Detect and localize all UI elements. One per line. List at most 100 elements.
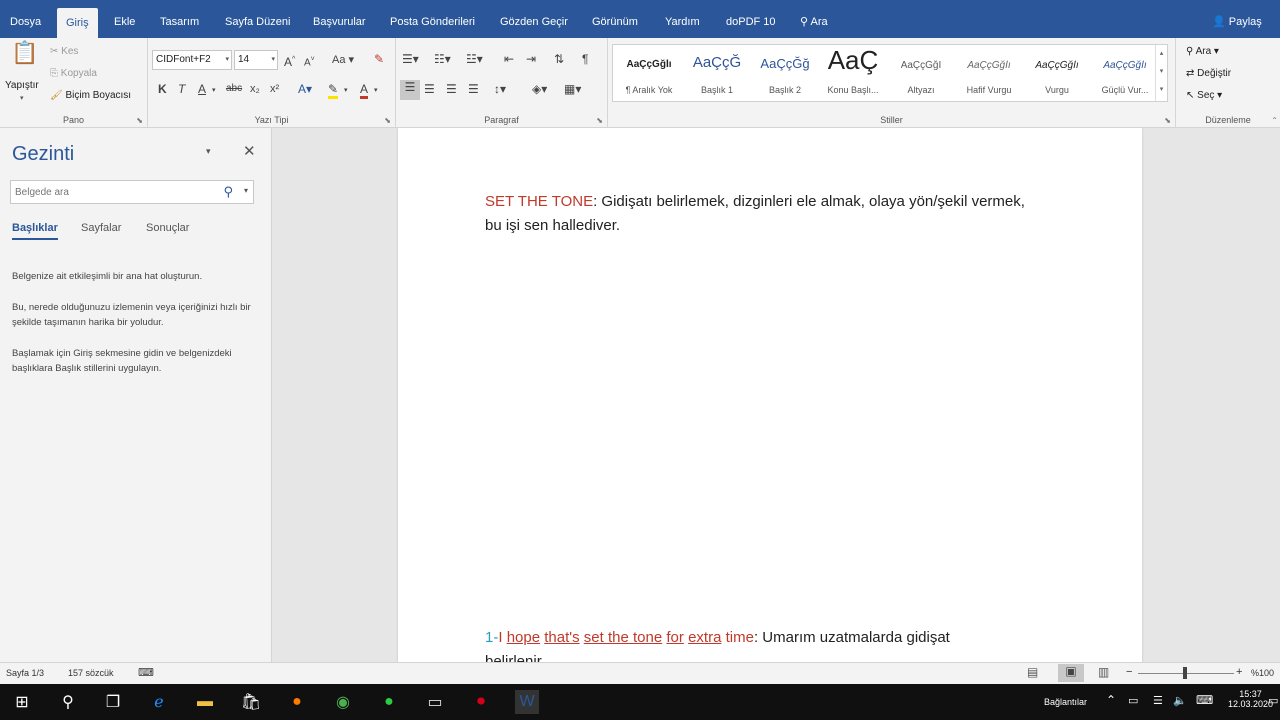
decrease-indent-icon[interactable]: ⇤	[504, 52, 514, 66]
subscript-icon[interactable]: x₂	[250, 82, 260, 96]
clear-formatting-icon[interactable]: ✎	[374, 52, 384, 66]
task-view-icon[interactable]: ❐	[101, 690, 125, 714]
highlight-icon[interactable]: ✎	[328, 82, 339, 99]
select-button[interactable]: ↖ Seç ▾	[1186, 90, 1222, 101]
justify-icon[interactable]: ☰	[468, 82, 479, 96]
firefox-icon[interactable]: ●	[285, 690, 309, 714]
style-title[interactable]: AaÇ Konu Başlı...	[819, 45, 887, 101]
clock[interactable]: 15:37 12.03.2020	[1228, 689, 1273, 709]
style-emphasis[interactable]: AaÇçĞğİı Vurgu	[1023, 45, 1091, 101]
search-icon[interactable]: ⚲	[223, 184, 233, 200]
borders-icon[interactable]: ▦▾	[564, 82, 581, 96]
chevron-down-icon: ▾	[271, 56, 275, 63]
nav-help-text-2: Bu, nerede olduğunuzu izlemenin veya içe…	[12, 302, 251, 328]
nav-search-input[interactable]	[11, 181, 211, 203]
nav-tab-pages[interactable]: Sayfalar	[81, 222, 121, 234]
zoom-slider-thumb[interactable]	[1183, 667, 1187, 679]
record-icon[interactable]: ⏺	[469, 690, 493, 714]
wifi-icon[interactable]: ☰	[1153, 694, 1163, 707]
dialog-launcher-icon[interactable]: ⬊	[136, 116, 143, 125]
align-right-icon[interactable]: ☰	[446, 82, 457, 96]
text-effects-icon[interactable]: A▾	[298, 82, 312, 96]
sort-icon[interactable]: ⇅	[554, 52, 564, 66]
increase-indent-icon[interactable]: ⇥	[526, 52, 536, 66]
format-painter-button[interactable]: 🖌 Biçim Boyacısı	[50, 90, 131, 101]
style-heading-2[interactable]: AaÇçĞğ Başlık 2	[751, 45, 819, 101]
pilcrow-icon[interactable]: ¶	[582, 52, 588, 66]
zoom-level[interactable]: %100	[1251, 668, 1274, 678]
style-subtle-emphasis[interactable]: AaÇçĞğİı Hafif Vurgu	[955, 45, 1023, 101]
style-subtitle[interactable]: AaÇçĞğİ Altyazı	[887, 45, 955, 101]
dialog-launcher-icon[interactable]: ⬊	[384, 116, 391, 125]
bold-button[interactable]: K	[158, 82, 167, 96]
app-icon[interactable]: ●	[377, 690, 401, 714]
shrink-font-icon[interactable]: A˅	[304, 53, 315, 70]
line-spacing-icon[interactable]: ↕▾	[494, 82, 506, 96]
style-heading-1[interactable]: AaÇçĞ Başlık 1	[683, 45, 751, 101]
close-icon[interactable]: ✕	[243, 142, 256, 160]
word-count[interactable]: 157 sözcük	[68, 668, 114, 678]
style-no-spacing[interactable]: AaÇçĞğİı ¶ Aralık Yok	[615, 45, 683, 101]
italic-button[interactable]: T	[178, 82, 185, 96]
font-size-combo[interactable]: 14 ▾	[234, 50, 278, 70]
app-icon[interactable]: ▭	[423, 690, 447, 714]
chevron-down-icon[interactable]: ▾	[374, 84, 378, 98]
print-layout-icon[interactable]: ▣	[1058, 664, 1084, 682]
grow-font-icon[interactable]: A^	[284, 53, 295, 69]
bullets-icon[interactable]: ☰▾	[402, 52, 419, 66]
strikethrough-icon[interactable]: abc	[226, 82, 242, 96]
document-page[interactable]: SET THE TONE: Gidişatı belirlemek, dizgi…	[398, 128, 1142, 662]
clipboard-group-label: Pano	[62, 115, 85, 125]
gallery-scroll[interactable]: ▴ ▾ ▾	[1155, 45, 1167, 101]
underline-button[interactable]: A	[198, 82, 206, 96]
file-explorer-icon[interactable]: ▬	[193, 690, 217, 714]
network-icon[interactable]: ▭	[1128, 694, 1138, 707]
shading-icon[interactable]: ◈▾	[532, 82, 547, 96]
align-center-icon[interactable]: ☰	[424, 82, 435, 96]
chevron-down-icon[interactable]: ▾	[344, 84, 348, 98]
chevron-up-icon[interactable]: ⌃	[1106, 693, 1116, 707]
dialog-launcher-icon[interactable]: ⬊	[1164, 116, 1171, 125]
chevron-down-icon[interactable]: ▾	[206, 146, 211, 157]
replace-button[interactable]: ⇄ Değiştir	[1186, 68, 1231, 79]
numbering-icon[interactable]: ☷▾	[434, 52, 451, 66]
superscript-icon[interactable]: x²	[270, 82, 279, 96]
search-icon[interactable]: ⚲	[56, 690, 80, 714]
keyboard-icon[interactable]: ⌨	[1196, 693, 1213, 707]
volume-icon[interactable]: 🔈	[1173, 694, 1187, 707]
web-layout-icon[interactable]: ▥	[1098, 665, 1109, 679]
zoom-out-icon[interactable]: −	[1126, 666, 1132, 678]
paragraph-definition[interactable]: SET THE TONE: Gidişatı belirlemek, dizgi…	[485, 190, 1085, 238]
notification-icon[interactable]: ▭	[1268, 694, 1278, 707]
chevron-down-icon[interactable]: ▾	[244, 186, 248, 195]
font-color-icon[interactable]: A	[360, 82, 369, 99]
proofing-icon[interactable]: ⌨	[138, 666, 154, 679]
multilevel-list-icon[interactable]: ☳▾	[466, 52, 483, 66]
edge-icon[interactable]: ℯ	[147, 690, 171, 714]
cut-button[interactable]: ✂ Kes	[50, 46, 78, 57]
align-left-icon[interactable]: ☰	[400, 80, 420, 100]
chrome-icon[interactable]: ◉	[331, 690, 355, 714]
connections-label[interactable]: Bağlantılar	[1044, 697, 1087, 707]
paste-button[interactable]: Yapıştır	[5, 80, 39, 91]
page-count[interactable]: Sayfa 1/3	[6, 668, 44, 678]
style-intense-emphasis[interactable]: AaÇçĞğİı Güçlü Vur...	[1091, 45, 1159, 101]
windows-start-icon[interactable]: ⊞	[10, 690, 34, 714]
nav-tab-headings[interactable]: Başlıklar	[12, 222, 58, 240]
dialog-launcher-icon[interactable]: ⬊	[596, 116, 603, 125]
chevron-down-icon[interactable]: ▾	[212, 84, 216, 98]
find-button[interactable]: ⚲ Ara ▾	[1186, 46, 1219, 57]
font-name-combo[interactable]: CIDFont+F2 ▾	[152, 50, 232, 70]
word-icon[interactable]: W	[515, 690, 539, 714]
copy-button[interactable]: ⎘ Kopyala	[50, 68, 97, 79]
store-icon[interactable]: 🛍	[239, 690, 263, 714]
read-mode-icon[interactable]: ▤	[1027, 665, 1038, 679]
collapse-ribbon-icon[interactable]: ⌃	[1271, 116, 1278, 125]
zoom-in-icon[interactable]: +	[1236, 666, 1242, 678]
nav-search-box[interactable]: ⚲ ▾	[10, 180, 254, 204]
document-canvas[interactable]: SET THE TONE: Gidişatı belirlemek, dizgi…	[272, 128, 1280, 662]
paragraph-example[interactable]: 1-I hope that's set the tone for extra t…	[485, 626, 1085, 662]
nav-tab-results[interactable]: Sonuçlar	[146, 222, 189, 234]
change-case-button[interactable]: Aa ▾	[332, 53, 354, 67]
paste-dropdown-icon[interactable]: ▾	[20, 94, 24, 102]
